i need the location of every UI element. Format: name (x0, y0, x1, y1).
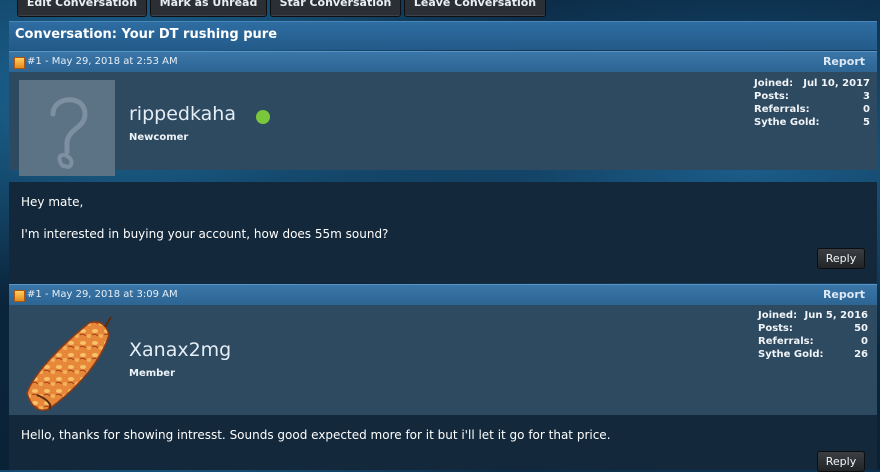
leopard-print-avatar[interactable] (19, 315, 115, 411)
post-date: - May 29, 2018 at 2:53 AM (44, 56, 178, 67)
post-number-icon (14, 290, 25, 302)
conversation-container: Conversation: Your DT rushing pure #1 - … (9, 21, 877, 472)
post-permalink[interactable]: #1 - May 29, 2018 at 3:09 AM (27, 289, 178, 300)
user-stats: Joined: Jun 5, 2016 Posts: 50 Referrals: 0 … (758, 310, 868, 362)
conversation-title: Conversation: Your DT rushing pure (15, 27, 278, 42)
stat-sythe-gold: Sythe Gold: 26 (758, 349, 868, 360)
conversation-title-bar: Conversation: Your DT rushing pure (9, 21, 877, 50)
star-conversation-button[interactable]: Star Conversation (270, 0, 401, 17)
message-line: I'm interested in buying your account, h… (21, 227, 389, 241)
post-number-icon (14, 57, 25, 69)
user-rank: Newcomer (129, 132, 189, 143)
username-link[interactable]: Xanax2mg (129, 339, 231, 361)
username-link[interactable]: rippedkaha (129, 103, 236, 125)
message-line: Hello, thanks for showing intresst. Soun… (21, 428, 611, 442)
post-permalink[interactable]: #1 - May 29, 2018 at 2:53 AM (27, 56, 178, 67)
reply-button[interactable]: Reply (817, 451, 865, 472)
report-link[interactable]: Report (823, 288, 865, 301)
user-rank: Member (129, 368, 176, 379)
stat-posts: Posts: 50 (758, 323, 868, 334)
user-info-panel: Xanax2mg Member Joined: Jun 5, 2016 Posts… (9, 305, 877, 415)
post-message-area: Hey mate, I'm interested in buying your … (9, 182, 877, 283)
default-avatar-icon[interactable] (19, 80, 115, 176)
conversation-toolbar: Edit Conversation Mark as Unread Star Co… (0, 0, 880, 18)
stat-joined: Joined: Jul 10, 2017 (754, 78, 870, 89)
mark-unread-button[interactable]: Mark as Unread (150, 0, 267, 17)
edit-conversation-button[interactable]: Edit Conversation (17, 0, 147, 17)
post-header: #1 - May 29, 2018 at 3:09 AM Report (9, 284, 877, 305)
leave-conversation-button[interactable]: Leave Conversation (404, 0, 546, 17)
online-status-icon (256, 110, 270, 124)
post-date: - May 29, 2018 at 3:09 AM (44, 289, 178, 300)
user-stats: Joined: Jul 10, 2017 Posts: 3 Referrals: 0 … (754, 78, 870, 130)
message-line: Hey mate, (21, 195, 84, 209)
stat-sythe-gold: Sythe Gold: 5 (754, 117, 870, 128)
reply-button[interactable]: Reply (817, 248, 865, 269)
stat-joined: Joined: Jun 5, 2016 (758, 310, 868, 321)
report-link[interactable]: Report (823, 55, 865, 68)
post-message-area: Hello, thanks for showing intresst. Soun… (9, 415, 877, 472)
stat-referrals: Referrals: 0 (754, 104, 870, 115)
user-info-panel: rippedkaha Newcomer Joined: Jul 10, 2017 … (9, 72, 877, 176)
stat-posts: Posts: 3 (754, 91, 870, 102)
stat-referrals: Referrals: 0 (758, 336, 868, 347)
post-header: #1 - May 29, 2018 at 2:53 AM Report (9, 51, 877, 72)
